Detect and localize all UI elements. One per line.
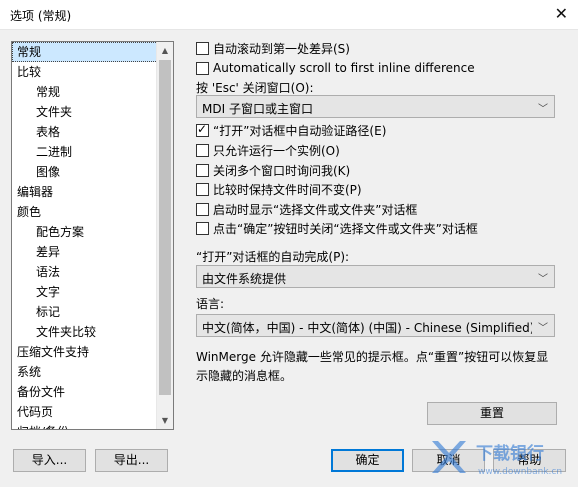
close-select-dialog-option[interactable]: 点击“确定”按钮时关闭“选择文件或文件夹”对话框: [196, 219, 478, 237]
language-value: 中文(简体，中国) - 中文(简体) (中国) - Chinese (Simpl…: [202, 321, 532, 335]
tree-item[interactable]: 备份文件: [12, 382, 158, 402]
tree-item[interactable]: 语法: [12, 262, 158, 282]
tree-item[interactable]: 标记: [12, 302, 158, 322]
tree-item[interactable]: 文字: [12, 282, 158, 302]
tree-item[interactable]: 归档/备份: [12, 422, 158, 429]
tree-item[interactable]: 压缩文件支持: [12, 342, 158, 362]
tree-item[interactable]: 常规: [12, 42, 158, 62]
language-label: 语言:: [196, 297, 225, 311]
window-title: 选项 (常规): [10, 9, 72, 23]
show-select-dialog-label: 启动时显示“选择文件或文件夹”对话框: [213, 202, 418, 217]
verify-path-label: “打开”对话框中自动验证路径(E): [213, 123, 387, 138]
tree-item[interactable]: 图像: [12, 162, 158, 182]
chevron-down-icon: ﹀: [538, 274, 548, 285]
import-button[interactable]: 导入...: [13, 449, 86, 472]
keep-filetime-option[interactable]: 比较时保持文件时间不变(P): [196, 180, 362, 198]
reset-button[interactable]: 重置: [427, 402, 557, 425]
scroll-up-icon[interactable]: ▲: [157, 42, 173, 59]
tree-item[interactable]: 表格: [12, 122, 158, 142]
tree-item[interactable]: 代码页: [12, 402, 158, 422]
chevron-down-icon: ﹀: [538, 104, 548, 115]
verify-path-checkbox[interactable]: [196, 122, 209, 137]
auto-scroll-first-option[interactable]: 自动滚动到第一处差异(S): [196, 39, 350, 57]
tree-item[interactable]: 编辑器: [12, 182, 158, 202]
category-tree[interactable]: 常规 比较 常规 文件夹 表格 二进制 图像 编辑器 颜色 配色方案 差异 语法 文字 标记 文件夹比较 压缩…: [11, 41, 174, 430]
ok-button[interactable]: 确定: [331, 449, 404, 472]
tree-item[interactable]: 二进制: [12, 142, 158, 162]
autocomplete-label: “打开”对话框的自动完成(P):: [196, 250, 350, 264]
show-select-dialog-checkbox[interactable]: [196, 202, 209, 216]
tree-list: 常规 比较 常规 文件夹 表格 二进制 图像 编辑器 颜色 配色方案 差异 语法 文字 标记 文件夹比较 压缩…: [12, 42, 158, 429]
tree-item[interactable]: 文件夹比较: [12, 322, 158, 342]
language-select[interactable]: 中文(简体，中国) - 中文(简体) (中国) - Chinese (Simpl…: [196, 314, 555, 337]
auto-scroll-first-checkbox[interactable]: [196, 41, 209, 55]
keep-filetime-checkbox[interactable]: [196, 182, 209, 196]
auto-scroll-inline-label: Automatically scroll to first inline dif…: [213, 61, 475, 75]
single-instance-option[interactable]: 只允许运行一个实例(O): [196, 141, 340, 159]
help-button[interactable]: 帮助: [493, 449, 566, 472]
scroll-thumb[interactable]: [159, 60, 171, 395]
esc-close-select[interactable]: MDI 子窗口或主窗口 ﹀: [196, 95, 555, 118]
hidden-messages-hint: WinMerge 允许隐藏一些常见的提示框。点“重置”按钮可以恢复显示隐藏的消息…: [196, 350, 549, 383]
tree-item[interactable]: 比较: [12, 62, 158, 82]
ask-close-multi-option[interactable]: 关闭多个窗口时询问我(K): [196, 161, 350, 179]
auto-scroll-inline-checkbox[interactable]: [196, 61, 209, 75]
close-icon[interactable]: ✕: [555, 4, 568, 24]
keep-filetime-label: 比较时保持文件时间不变(P): [213, 182, 362, 197]
scroll-down-icon[interactable]: ▼: [157, 412, 173, 429]
esc-close-value: MDI 子窗口或主窗口: [202, 102, 313, 116]
auto-scroll-first-label: 自动滚动到第一处差异(S): [213, 41, 350, 56]
export-button[interactable]: 导出...: [95, 449, 168, 472]
ask-close-multi-label: 关闭多个窗口时询问我(K): [213, 163, 351, 178]
tree-item[interactable]: 颜色: [12, 202, 158, 222]
autocomplete-value: 由文件系统提供: [202, 272, 287, 286]
single-instance-checkbox[interactable]: [196, 143, 209, 157]
close-select-dialog-label: 点击“确定”按钮时关闭“选择文件或文件夹”对话框: [213, 221, 478, 236]
tree-scrollbar[interactable]: ▲ ▼: [156, 42, 173, 429]
single-instance-label: 只允许运行一个实例(O): [213, 143, 340, 158]
title-bar: 选项 (常规) ✕: [0, 0, 578, 30]
tree-item[interactable]: 文件夹: [12, 102, 158, 122]
tree-item[interactable]: 配色方案: [12, 222, 158, 242]
esc-close-label: 按 'Esc' 关闭窗口(O):: [196, 81, 314, 95]
auto-scroll-inline-option[interactable]: Automatically scroll to first inline dif…: [196, 59, 475, 77]
tree-item[interactable]: 常规: [12, 82, 158, 102]
chevron-down-icon: ﹀: [538, 323, 548, 334]
tree-item[interactable]: 差异: [12, 242, 158, 262]
cancel-button[interactable]: 取消: [412, 449, 485, 472]
autocomplete-select[interactable]: 由文件系统提供 ﹀: [196, 265, 555, 288]
tree-item[interactable]: 系统: [12, 362, 158, 382]
show-select-dialog-option[interactable]: 启动时显示“选择文件或文件夹”对话框: [196, 200, 417, 218]
verify-path-option[interactable]: “打开”对话框中自动验证路径(E): [196, 121, 386, 139]
ask-close-multi-checkbox[interactable]: [196, 163, 209, 177]
close-select-dialog-checkbox[interactable]: [196, 221, 209, 235]
